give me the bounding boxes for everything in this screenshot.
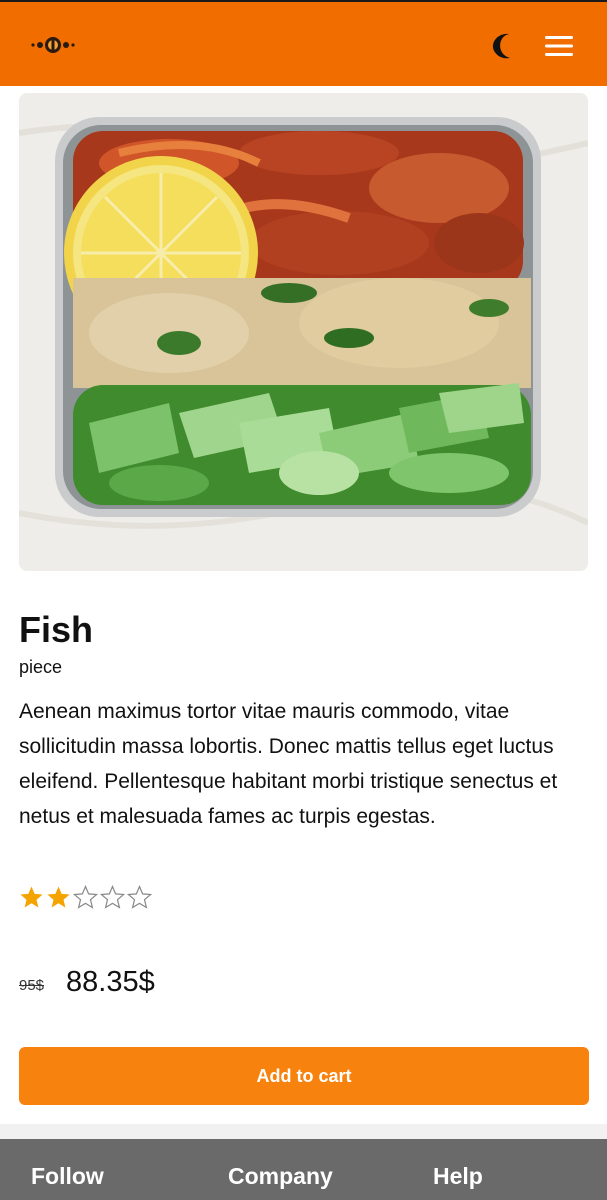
product-image: [19, 93, 588, 571]
product-description: Aenean maximus tortor vitae mauris commo…: [19, 700, 558, 828]
star-rating: [19, 885, 152, 911]
star-filled-icon: [47, 886, 70, 908]
moon-icon[interactable]: [492, 32, 516, 60]
restaurant-logo-icon[interactable]: [30, 35, 76, 55]
product-page: Fish piece Aenean maximus tortor vitae m…: [0, 0, 607, 1200]
header-bar: [0, 0, 607, 86]
add-to-cart-button[interactable]: Add to cart: [19, 1047, 589, 1105]
footer-link-help[interactable]: Help: [433, 1163, 483, 1190]
star-filled-icon: [20, 886, 43, 908]
product-unit: piece: [19, 657, 63, 677]
star-empty-icon: [100, 885, 125, 909]
footer: Follow Company Help: [0, 1139, 607, 1200]
current-price: 88.35$: [66, 966, 155, 998]
star-empty-icon: [73, 885, 98, 909]
footer-link-follow[interactable]: Follow: [31, 1163, 104, 1190]
product-title: Fish: [19, 609, 94, 650]
old-price: 95$: [19, 977, 45, 994]
footer-link-company[interactable]: Company: [228, 1163, 333, 1190]
section-divider: [0, 1124, 607, 1139]
hamburger-menu-icon[interactable]: [545, 36, 573, 56]
star-empty-icon: [127, 885, 152, 909]
